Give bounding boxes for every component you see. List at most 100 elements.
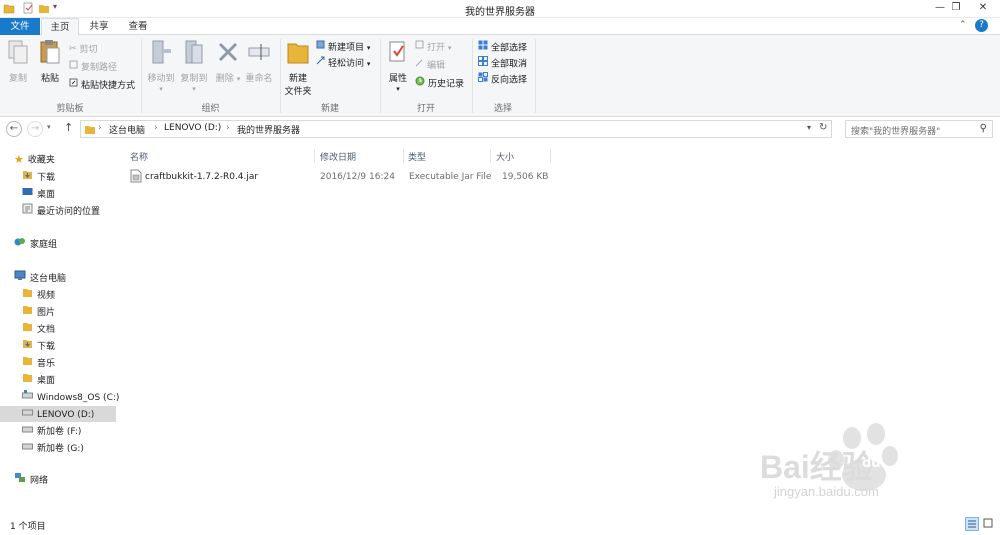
- sidebar-item-desktop-pc[interactable]: 桌面: [22, 372, 55, 388]
- invert-selection-button[interactable]: 反向选择: [478, 72, 527, 87]
- downloads-folder-icon: [22, 338, 33, 355]
- star-icon: ★: [14, 153, 24, 166]
- properties-button[interactable]: 属性 ▾: [385, 39, 411, 94]
- delete-x-icon: [214, 39, 242, 68]
- sidebar-item-drive-d[interactable]: LENOVO (D:): [0, 406, 116, 422]
- select-all-icon: [478, 40, 488, 56]
- select-all-button[interactable]: 全部选择: [478, 40, 527, 55]
- search-icon[interactable]: ⚲: [980, 123, 987, 134]
- file-size: 19,506 KB: [502, 172, 549, 182]
- sidebar-item-this-pc[interactable]: 这台电脑: [14, 270, 66, 286]
- column-header-size[interactable]: 大小: [496, 150, 514, 163]
- recent-locations-icon[interactable]: ▾: [47, 123, 51, 131]
- file-name: craftbukkit-1.7.2-R0.4.jar: [145, 172, 259, 182]
- sidebar-item-drive-f[interactable]: 新加卷 (F:): [22, 423, 81, 439]
- sidebar-item-downloads[interactable]: 下载: [22, 169, 55, 185]
- sidebar-item-drive-c[interactable]: Windows8_OS (C:): [22, 389, 119, 405]
- edit-icon: [415, 58, 424, 73]
- computer-icon: [14, 270, 26, 287]
- sidebar-item-downloads-pc[interactable]: 下载: [22, 338, 55, 354]
- breadcrumb-this-pc[interactable]: 这台电脑: [109, 123, 145, 136]
- open-icon: [415, 40, 424, 55]
- title-bar: ▾ 我的世界服务器 — ❐ ✕: [0, 0, 1000, 18]
- breadcrumb-drive[interactable]: LENOVO (D:): [164, 123, 221, 133]
- copy-path-button[interactable]: 复制路径: [69, 60, 117, 75]
- dropdown-arrow-icon: ▾: [366, 44, 371, 52]
- back-icon[interactable]: ←: [6, 121, 22, 137]
- edit-button[interactable]: 编辑: [415, 58, 445, 73]
- column-divider[interactable]: [314, 149, 315, 163]
- dropdown-arrow-icon: ▾: [396, 85, 400, 93]
- column-header-type[interactable]: 类型: [408, 150, 426, 163]
- desktop-icon: [22, 186, 33, 203]
- restore-icon[interactable]: ❐: [944, 0, 968, 16]
- help-icon[interactable]: ?: [975, 19, 988, 32]
- recent-places-icon: [22, 203, 33, 220]
- sidebar-item-homegroup[interactable]: 家庭组: [14, 236, 57, 252]
- column-header-name[interactable]: 名称: [130, 150, 148, 163]
- drive-icon: [22, 440, 33, 457]
- address-bar: ← → ▾ ↑ › 这台电脑 › LENOVO (D:) › 我的世界服务器 ▾…: [0, 118, 1000, 140]
- file-modified: 2016/12/9 16:24: [320, 172, 395, 182]
- file-type: Executable Jar File: [409, 172, 492, 182]
- column-divider[interactable]: [490, 149, 491, 163]
- new-folder-button[interactable]: 新建 文件夹: [284, 39, 312, 97]
- column-header-modified[interactable]: 修改日期: [320, 150, 356, 163]
- copy-path-icon: [69, 60, 78, 75]
- drive-icon: [22, 406, 33, 423]
- sidebar-item-documents[interactable]: 文档: [22, 321, 55, 337]
- sidebar-item-videos[interactable]: 视频: [22, 287, 55, 303]
- invert-selection-icon: [478, 72, 488, 88]
- forward-icon[interactable]: →: [27, 121, 43, 137]
- easy-access-button[interactable]: 轻松访问 ▾: [316, 56, 370, 71]
- paste-button[interactable]: 粘贴: [35, 39, 65, 84]
- new-folder-icon: [284, 39, 312, 68]
- move-to-button[interactable]: 移动到 ▾: [146, 39, 176, 94]
- paste-icon: [35, 39, 65, 68]
- breadcrumb-folder[interactable]: 我的世界服务器: [237, 123, 300, 136]
- address-dropdown-icon[interactable]: ▾: [807, 123, 811, 132]
- sidebar-item-desktop[interactable]: 桌面: [22, 186, 55, 202]
- sidebar-item-network[interactable]: 网络: [14, 472, 48, 488]
- address-input[interactable]: › 这台电脑 › LENOVO (D:) › 我的世界服务器 ▾ ↻: [80, 120, 832, 138]
- group-label-clipboard: 剪贴板: [56, 104, 84, 114]
- copy-button[interactable]: 复制: [4, 39, 32, 84]
- tab-share[interactable]: 共享: [80, 18, 118, 35]
- rename-icon: [244, 39, 274, 68]
- delete-button[interactable]: 删除 ▾: [214, 39, 242, 84]
- tab-view[interactable]: 查看: [119, 18, 157, 35]
- ribbon-tabs: 文件 主页 共享 查看 ⌃ ?: [0, 18, 1000, 36]
- tab-file[interactable]: 文件: [0, 18, 40, 35]
- column-divider[interactable]: [550, 149, 551, 163]
- cut-button[interactable]: ✂ 剪切: [69, 42, 98, 57]
- search-input[interactable]: 搜索"我的世界服务器" ⚲: [845, 120, 993, 138]
- copy-to-button[interactable]: 复制到 ▾: [179, 39, 209, 94]
- history-button[interactable]: 历史记录: [415, 76, 464, 91]
- open-button[interactable]: 打开 ▾: [415, 40, 451, 55]
- item-count: 1 个项目: [10, 522, 46, 532]
- paste-shortcut-button[interactable]: 粘贴快捷方式: [69, 78, 135, 93]
- sidebar-item-pictures[interactable]: 图片: [22, 304, 55, 320]
- close-icon[interactable]: ✕: [971, 0, 995, 16]
- sidebar-item-recent[interactable]: 最近访问的位置: [22, 203, 100, 219]
- easy-access-icon: [316, 56, 325, 71]
- tab-home[interactable]: 主页: [41, 18, 79, 36]
- collapse-ribbon-icon[interactable]: ⌃: [959, 20, 967, 30]
- status-bar: 1 个项目: [0, 515, 1000, 535]
- up-arrow-icon[interactable]: ↑: [64, 121, 73, 134]
- drive-icon: [22, 423, 33, 440]
- sidebar-item-drive-g[interactable]: 新加卷 (G:): [22, 440, 84, 456]
- new-item-button[interactable]: 新建项目 ▾: [316, 40, 370, 55]
- rename-button[interactable]: 重命名: [244, 39, 274, 84]
- sidebar-item-music[interactable]: 音乐: [22, 355, 55, 371]
- column-divider[interactable]: [403, 149, 404, 163]
- refresh-icon[interactable]: ↻: [819, 122, 827, 133]
- select-none-button[interactable]: 全部取消: [478, 56, 527, 71]
- group-label-new: 新建: [320, 104, 339, 114]
- pictures-folder-icon: [22, 304, 33, 321]
- dropdown-arrow-icon: ▾: [236, 75, 241, 83]
- search-placeholder: 搜索"我的世界服务器": [851, 127, 941, 137]
- sidebar-item-favorites[interactable]: ★ 收藏夹: [14, 152, 55, 168]
- details-view-icon[interactable]: [965, 517, 979, 531]
- large-icons-view-icon[interactable]: [982, 517, 996, 531]
